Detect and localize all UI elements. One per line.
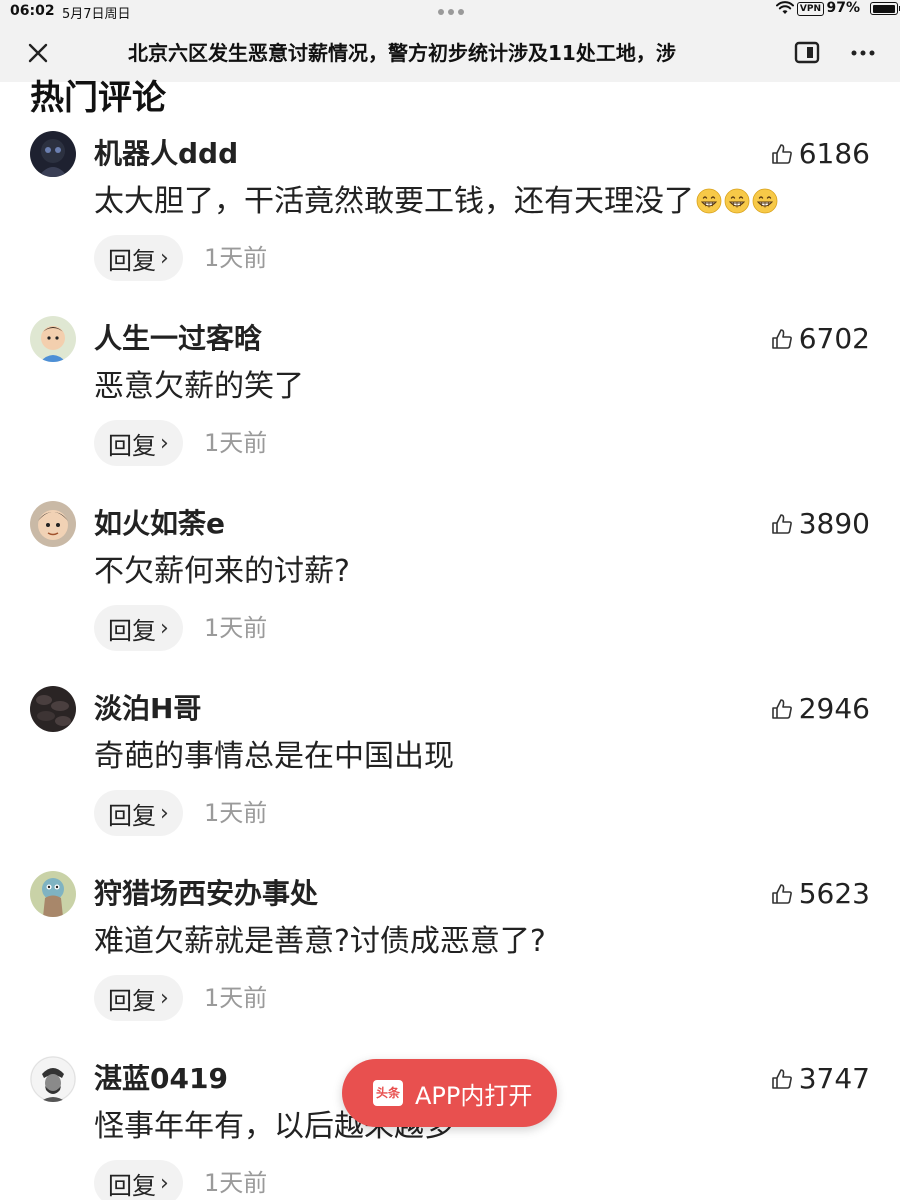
grinning-face-emoji <box>724 188 750 214</box>
comment-time: 1天前 <box>204 614 268 642</box>
like-button[interactable]: 3747 <box>771 1060 870 1098</box>
comment-item: 狩猎场西安办事处 5623 难道欠薪就是善意?讨债成恶意了? 回复 › 1天前 <box>0 871 900 1051</box>
toutiao-logo-icon: 头条 <box>373 1080 403 1106</box>
page: 06:02 5月7日周日 VPN 97% 北京六区发生恶意讨薪情况，警方初步统计… <box>0 0 900 1200</box>
chevron-right-icon: › <box>160 800 169 826</box>
comment-text: 奇葩的事情总是在中国出现 <box>94 739 454 774</box>
open-in-app-button[interactable]: 头条 APP内打开 <box>342 1059 557 1127</box>
like-count: 5623 <box>798 877 870 910</box>
comment-text: 不欠薪何来的讨薪? <box>94 554 350 589</box>
thumbs-up-icon <box>771 144 792 164</box>
comment-time: 1天前 <box>204 1169 268 1197</box>
close-button[interactable] <box>22 37 54 69</box>
multitask-dots-icon[interactable] <box>438 9 464 15</box>
comment-text: 太大胆了，干活竟然敢要工钱，还有天理没了 <box>94 181 778 223</box>
like-count: 3890 <box>798 507 870 540</box>
comment-username[interactable]: 机器人ddd <box>94 135 238 173</box>
comment-time: 1天前 <box>204 799 268 827</box>
comment-item: 如火如荼e 3890 不欠薪何来的讨薪? 回复 › 1天前 <box>0 501 900 681</box>
grinning-face-emoji <box>696 188 722 214</box>
chevron-right-icon: › <box>160 985 169 1011</box>
more-button[interactable] <box>850 41 876 65</box>
reply-button[interactable]: 回复 › <box>94 790 183 836</box>
open-in-app-label: APP内打开 <box>415 1081 533 1110</box>
battery-percent: 97% <box>826 0 860 16</box>
reply-label: 回复 <box>108 986 156 1015</box>
like-count: 6186 <box>798 137 870 170</box>
reply-label: 回复 <box>108 431 156 460</box>
reply-label: 回复 <box>108 246 156 275</box>
thumbs-up-icon <box>771 884 792 904</box>
comment-username[interactable]: 人生一过客晗 <box>94 320 262 358</box>
comment-time: 1天前 <box>204 244 268 272</box>
like-button[interactable]: 5623 <box>771 875 870 913</box>
like-button[interactable]: 6702 <box>771 320 870 358</box>
battery-icon <box>870 2 900 15</box>
wifi-icon <box>776 1 794 14</box>
avatar[interactable] <box>30 686 76 732</box>
more-icon <box>851 50 875 56</box>
chevron-right-icon: › <box>160 245 169 271</box>
battery-fill <box>872 4 895 13</box>
chevron-right-icon: › <box>160 1170 169 1196</box>
like-button[interactable]: 6186 <box>771 135 870 173</box>
reader-mode-icon <box>794 41 820 64</box>
avatar[interactable] <box>30 501 76 547</box>
reply-label: 回复 <box>108 616 156 645</box>
reply-button[interactable]: 回复 › <box>94 420 183 466</box>
reply-button[interactable]: 回复 › <box>94 975 183 1021</box>
comment-username[interactable]: 狩猎场西安办事处 <box>94 875 318 913</box>
reply-button[interactable]: 回复 › <box>94 1160 183 1200</box>
avatar[interactable] <box>30 1056 76 1102</box>
emoji-group <box>694 184 778 219</box>
comment-username[interactable]: 如火如荼e <box>94 505 225 543</box>
chevron-right-icon: › <box>160 430 169 456</box>
chevron-right-icon: › <box>160 615 169 641</box>
reader-mode-button[interactable] <box>793 40 821 66</box>
close-icon <box>28 43 48 63</box>
comment-time: 1天前 <box>204 429 268 457</box>
comment-text-content: 太大胆了，干活竟然敢要工钱，还有天理没了 <box>94 184 694 219</box>
grinning-face-emoji <box>752 188 778 214</box>
avatar[interactable] <box>30 316 76 362</box>
vpn-badge: VPN <box>796 2 824 16</box>
avatar[interactable] <box>30 131 76 177</box>
comment-username[interactable]: 湛蓝0419 <box>94 1060 228 1098</box>
comment-item: 机器人ddd 6186 太大胆了，干活竟然敢要工钱，还有天理没了 回复 › 1天… <box>0 131 900 311</box>
status-date: 5月7日周日 <box>62 7 131 22</box>
comment-text: 恶意欠薪的笑了 <box>94 369 304 404</box>
status-time: 06:02 <box>10 3 55 19</box>
reply-button[interactable]: 回复 › <box>94 605 183 651</box>
thumbs-up-icon <box>771 514 792 534</box>
comment-item: 淡泊H哥 2946 奇葩的事情总是在中国出现 回复 › 1天前 <box>0 686 900 866</box>
section-heading: 热门评论 <box>30 78 166 118</box>
comment-time: 1天前 <box>204 984 268 1012</box>
reply-button[interactable]: 回复 › <box>94 235 183 281</box>
like-count: 3747 <box>798 1062 870 1095</box>
comment-text: 难道欠薪就是善意?讨债成恶意了? <box>94 924 546 959</box>
like-button[interactable]: 3890 <box>771 505 870 543</box>
page-title: 北京六区发生恶意讨薪情况，警方初步统计涉及11处工地，涉 <box>128 41 676 65</box>
thumbs-up-icon <box>771 329 792 349</box>
like-count: 6702 <box>798 322 870 355</box>
like-count: 2946 <box>798 692 870 725</box>
avatar[interactable] <box>30 871 76 917</box>
thumbs-up-icon <box>771 1069 792 1089</box>
like-button[interactable]: 2946 <box>771 690 870 728</box>
reply-label: 回复 <box>108 801 156 830</box>
status-bar: 06:02 5月7日周日 VPN 97% <box>0 0 900 24</box>
reply-label: 回复 <box>108 1171 156 1200</box>
comment-username[interactable]: 淡泊H哥 <box>94 690 201 728</box>
thumbs-up-icon <box>771 699 792 719</box>
comment-item: 人生一过客晗 6702 恶意欠薪的笑了 回复 › 1天前 <box>0 316 900 496</box>
